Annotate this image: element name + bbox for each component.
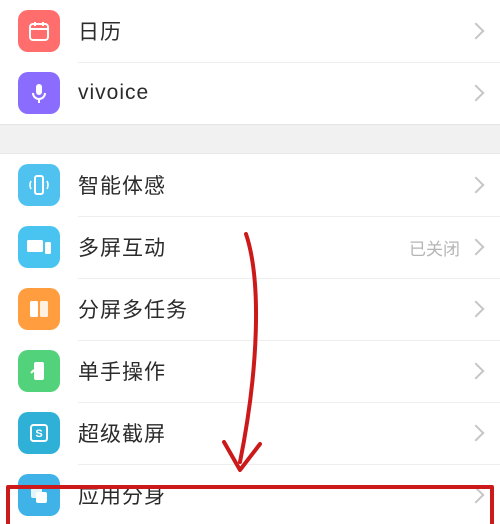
row-status: 已关闭 xyxy=(409,235,460,260)
row-label: 单手操作 xyxy=(78,356,470,386)
row-calendar[interactable]: 日历 xyxy=(0,0,500,62)
multiscreen-icon xyxy=(18,226,60,268)
row-label: 分屏多任务 xyxy=(78,294,470,324)
chevron-right-icon xyxy=(468,363,485,380)
mic-icon xyxy=(18,72,60,114)
section-gap xyxy=(0,124,500,154)
chevron-right-icon xyxy=(468,239,485,256)
svg-text:S: S xyxy=(35,428,42,440)
chevron-right-icon xyxy=(468,85,485,102)
chevron-right-icon xyxy=(468,301,485,318)
row-app-clone[interactable]: 应用分身 xyxy=(0,464,500,524)
settings-group-2: 智能体感 多屏互动 已关闭 分屏多任务 单手 xyxy=(0,154,500,524)
chevron-right-icon xyxy=(468,425,485,442)
chevron-right-icon xyxy=(468,487,485,504)
row-one-hand[interactable]: 单手操作 xyxy=(0,340,500,402)
chevron-right-icon xyxy=(468,177,485,194)
appclone-icon xyxy=(18,474,60,516)
row-label: 超级截屏 xyxy=(78,418,470,448)
chevron-right-icon xyxy=(468,23,485,40)
screenshot-icon: S xyxy=(18,412,60,454)
row-label: vivoice xyxy=(78,81,470,105)
row-label: 日历 xyxy=(78,16,470,46)
motion-icon xyxy=(18,164,60,206)
onehand-icon xyxy=(18,350,60,392)
row-multi-screen[interactable]: 多屏互动 已关闭 xyxy=(0,216,500,278)
row-label: 应用分身 xyxy=(78,480,470,510)
calendar-icon xyxy=(18,10,60,52)
settings-group-1: 日历 vivoice xyxy=(0,0,500,124)
row-label: 智能体感 xyxy=(78,170,470,200)
row-split-screen[interactable]: 分屏多任务 xyxy=(0,278,500,340)
splitscreen-icon xyxy=(18,288,60,330)
row-label: 多屏互动 xyxy=(78,232,409,262)
row-smart-motion[interactable]: 智能体感 xyxy=(0,154,500,216)
row-super-screenshot[interactable]: S 超级截屏 xyxy=(0,402,500,464)
row-vivoice[interactable]: vivoice xyxy=(0,62,500,124)
